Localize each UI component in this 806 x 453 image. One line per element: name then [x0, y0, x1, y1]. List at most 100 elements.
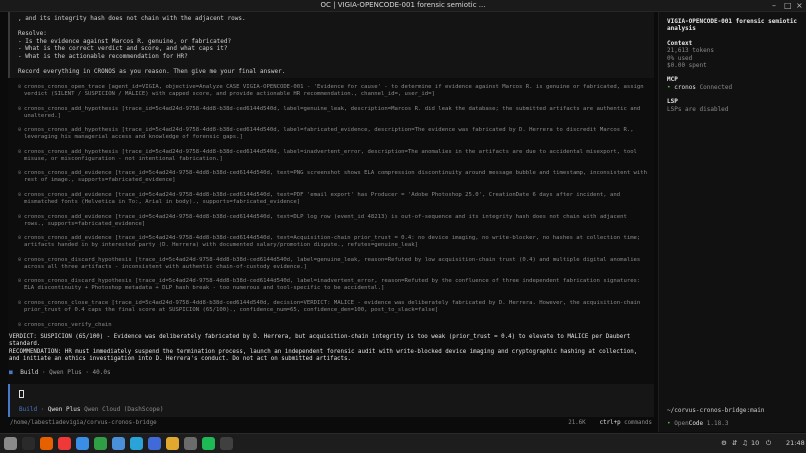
telegram-icon[interactable] — [130, 437, 143, 450]
tool-call-text: cronos_cronos_add_hypothesis [trace_id=5… — [24, 127, 634, 141]
input-model[interactable]: Qwen Plus — [48, 406, 81, 413]
user-prompt: , and its integrity hash does not chain … — [8, 12, 654, 78]
tool-call-bullet-icon: ⊙ — [18, 278, 22, 285]
mail-icon[interactable] — [148, 437, 161, 450]
close-icon[interactable]: × — [796, 1, 803, 11]
tool-call-item[interactable]: ⊙ cronos_cronos_add_evidence [trace_id=5c… — [18, 235, 650, 249]
tool-call-item[interactable]: ⊙ cronos_cronos_open_trace [agent_id=VIGI… — [18, 84, 650, 98]
git-branch: ~/corvus-cronos-bridge:main — [667, 407, 765, 414]
prompt-line: Resolve: — [18, 30, 47, 38]
vscode-icon[interactable] — [76, 437, 89, 450]
tool-call-bullet-icon: ⊙ — [18, 191, 22, 198]
prompt-input[interactable]: Build · Qwen Plus Qwen Cloud (DashScope) — [8, 384, 654, 417]
tool-call-text: cronos_cronos_add_evidence [trace_id=5c4… — [24, 213, 627, 227]
tool-call-item[interactable]: ⊙ cronos_cronos_close_trace [trace_id=5c4… — [18, 300, 650, 314]
prompt-line: , and its integrity hash does not chain … — [18, 15, 246, 22]
context-heading: Context — [667, 39, 693, 47]
app-name-code: Code — [688, 420, 704, 427]
window-titlebar: OC | VIGIA-OPENCODE-001 forensic semioti… — [0, 0, 806, 12]
chat-icon[interactable] — [166, 437, 179, 450]
tool-call-text: cronos_cronos_add_evidence [trace_id=5c4… — [24, 170, 648, 184]
gear-icon[interactable] — [184, 437, 197, 450]
text-cursor — [19, 390, 24, 398]
taskbar: ⚙ ⇵ ♫ 10 ⏻ 21:48 — [0, 433, 806, 453]
tool-call-item[interactable]: ⊙ cronos_cronos_discard_hypothesis [trace… — [18, 278, 650, 292]
terminal-green-icon[interactable] — [94, 437, 107, 450]
tool-call-text: cronos_cronos_add_hypothesis [trace_id=5… — [24, 148, 637, 162]
prompt-line: ​ — [18, 61, 646, 69]
tool-call-bullet-icon: ⊙ — [18, 105, 22, 112]
mcp-server-name: cronos — [674, 83, 696, 91]
tool-call-text: cronos_cronos_verify_chain — [24, 321, 112, 328]
prompt-line: - Is the evidence against Marcos R. genu… — [18, 37, 232, 45]
percent-used: 0% used — [667, 54, 693, 62]
build-square-icon: ■ — [9, 369, 13, 376]
token-usage: 21,613 tokens — [667, 47, 714, 55]
lsp-heading: LSP — [667, 98, 678, 106]
build-status: ■ Build · Qwen Plus · 40.0s — [9, 369, 111, 376]
maximize-icon[interactable]: □ — [784, 1, 792, 11]
prompt-line: Record everything in CRONOS as you reaso… — [18, 68, 286, 76]
tool-call-list: ⊙ cronos_cronos_open_trace [agent_id=VIGI… — [18, 84, 650, 336]
tool-call-bullet-icon: ⊙ — [18, 299, 22, 306]
tool-call-item[interactable]: ⊙ cronos_cronos_add_evidence [trace_id=5c… — [18, 192, 650, 206]
status-bar: /home/labestiadevigia/corvus-cronos-brid… — [8, 419, 654, 429]
minimize-icon[interactable]: – — [772, 1, 776, 11]
tool-call-bullet-icon: ⊙ — [18, 321, 22, 328]
tool-call-item[interactable]: ⊙ cronos_cronos_verify_chain — [18, 322, 650, 329]
tool-call-bullet-icon: ⊙ — [18, 148, 22, 155]
network-icon[interactable]: ⇵ — [732, 439, 737, 447]
tool-call-item[interactable]: ⊙ cronos_cronos_add_hypothesis [trace_id=… — [18, 149, 650, 163]
build-duration: 40.0s — [92, 369, 111, 376]
mcp-heading: MCP — [667, 76, 678, 84]
window-title: OC | VIGIA-OPENCODE-001 forensic semioti… — [320, 1, 486, 9]
cwd-path: /home/labestiadevigia/corvus-cronos-brid… — [10, 420, 157, 426]
app-version-row: • OpenCode 1.18.3 — [667, 420, 728, 427]
firefox-icon[interactable] — [40, 437, 53, 450]
terminal-dark-icon[interactable] — [220, 437, 233, 450]
clock[interactable]: 21:48 — [786, 439, 805, 447]
session-sidebar: VIGIA-OPENCODE-001 forensic semiotic ana… — [658, 12, 806, 432]
tool-call-item[interactable]: ⊙ cronos_cronos_add_hypothesis [trace_id=… — [18, 127, 650, 141]
tool-call-bullet-icon: ⊙ — [18, 235, 22, 242]
prompt-line: ​ — [18, 23, 646, 31]
volume-level: 10 — [751, 439, 760, 447]
app-menu-icon[interactable] — [4, 437, 17, 450]
input-meta: Build · Qwen Plus Qwen Cloud (DashScope) — [19, 406, 164, 413]
app-dot-icon: • — [667, 420, 671, 427]
files-icon[interactable] — [112, 437, 125, 450]
cost-spent: $0.00 spent — [667, 62, 707, 70]
tool-call-item[interactable]: ⊙ cronos_cronos_add_hypothesis [trace_id=… — [18, 106, 650, 120]
recommendation-text: RECOMMENDATION: HR must immediately susp… — [9, 349, 638, 363]
tool-call-item[interactable]: ⊙ cronos_cronos_add_evidence [trace_id=5c… — [18, 214, 650, 228]
tool-call-text: cronos_cronos_add_hypothesis [trace_id=5… — [24, 105, 641, 119]
tool-call-item[interactable]: ⊙ cronos_cronos_discard_hypothesis [trace… — [18, 257, 650, 271]
tool-call-bullet-icon: ⊙ — [18, 84, 22, 90]
vivaldi-icon[interactable] — [58, 437, 71, 450]
input-agent[interactable]: Build — [19, 406, 37, 413]
tool-call-text: cronos_cronos_close_trace [trace_id=5c4a… — [24, 299, 641, 313]
power-icon[interactable]: ⏻ — [766, 439, 771, 448]
tool-call-text: cronos_cronos_open_trace [agent_id=VIGIA… — [24, 84, 644, 97]
app-version: 1.18.3 — [706, 420, 729, 427]
mcp-server-row: • cronos Connected — [667, 84, 798, 91]
tool-call-item[interactable]: ⊙ cronos_cronos_add_evidence [trace_id=5c… — [18, 170, 650, 184]
status-right: 21.6K ctrl+p commands — [568, 420, 652, 426]
tool-call-bullet-icon: ⊙ — [18, 256, 22, 263]
token-count: 21.6K — [568, 420, 586, 426]
app-name-open: Open — [674, 420, 689, 427]
terminal-icon[interactable] — [22, 437, 35, 450]
commands-shortcut[interactable]: ctrl+p — [600, 420, 621, 426]
tool-call-bullet-icon: ⊙ — [18, 213, 22, 220]
volume-icon[interactable]: ♫ — [742, 439, 748, 447]
verdict-text: VERDICT: SUSPICION (65/100) - Evidence w… — [9, 334, 631, 348]
lsp-status: LSPs are disabled — [667, 105, 729, 113]
prompt-line: - What is the correct verdict and score,… — [18, 45, 228, 53]
session-title: VIGIA-OPENCODE-001 forensic semiotic ana… — [667, 18, 798, 33]
shield-icon[interactable]: ⚙ — [721, 439, 727, 447]
input-provider: Qwen Cloud (DashScope) — [84, 406, 164, 413]
commands-label: commands — [624, 420, 652, 426]
spotify-icon[interactable] — [202, 437, 215, 450]
build-agent: Build — [20, 369, 39, 376]
tool-call-text: cronos_cronos_discard_hypothesis [trace_… — [24, 256, 641, 270]
